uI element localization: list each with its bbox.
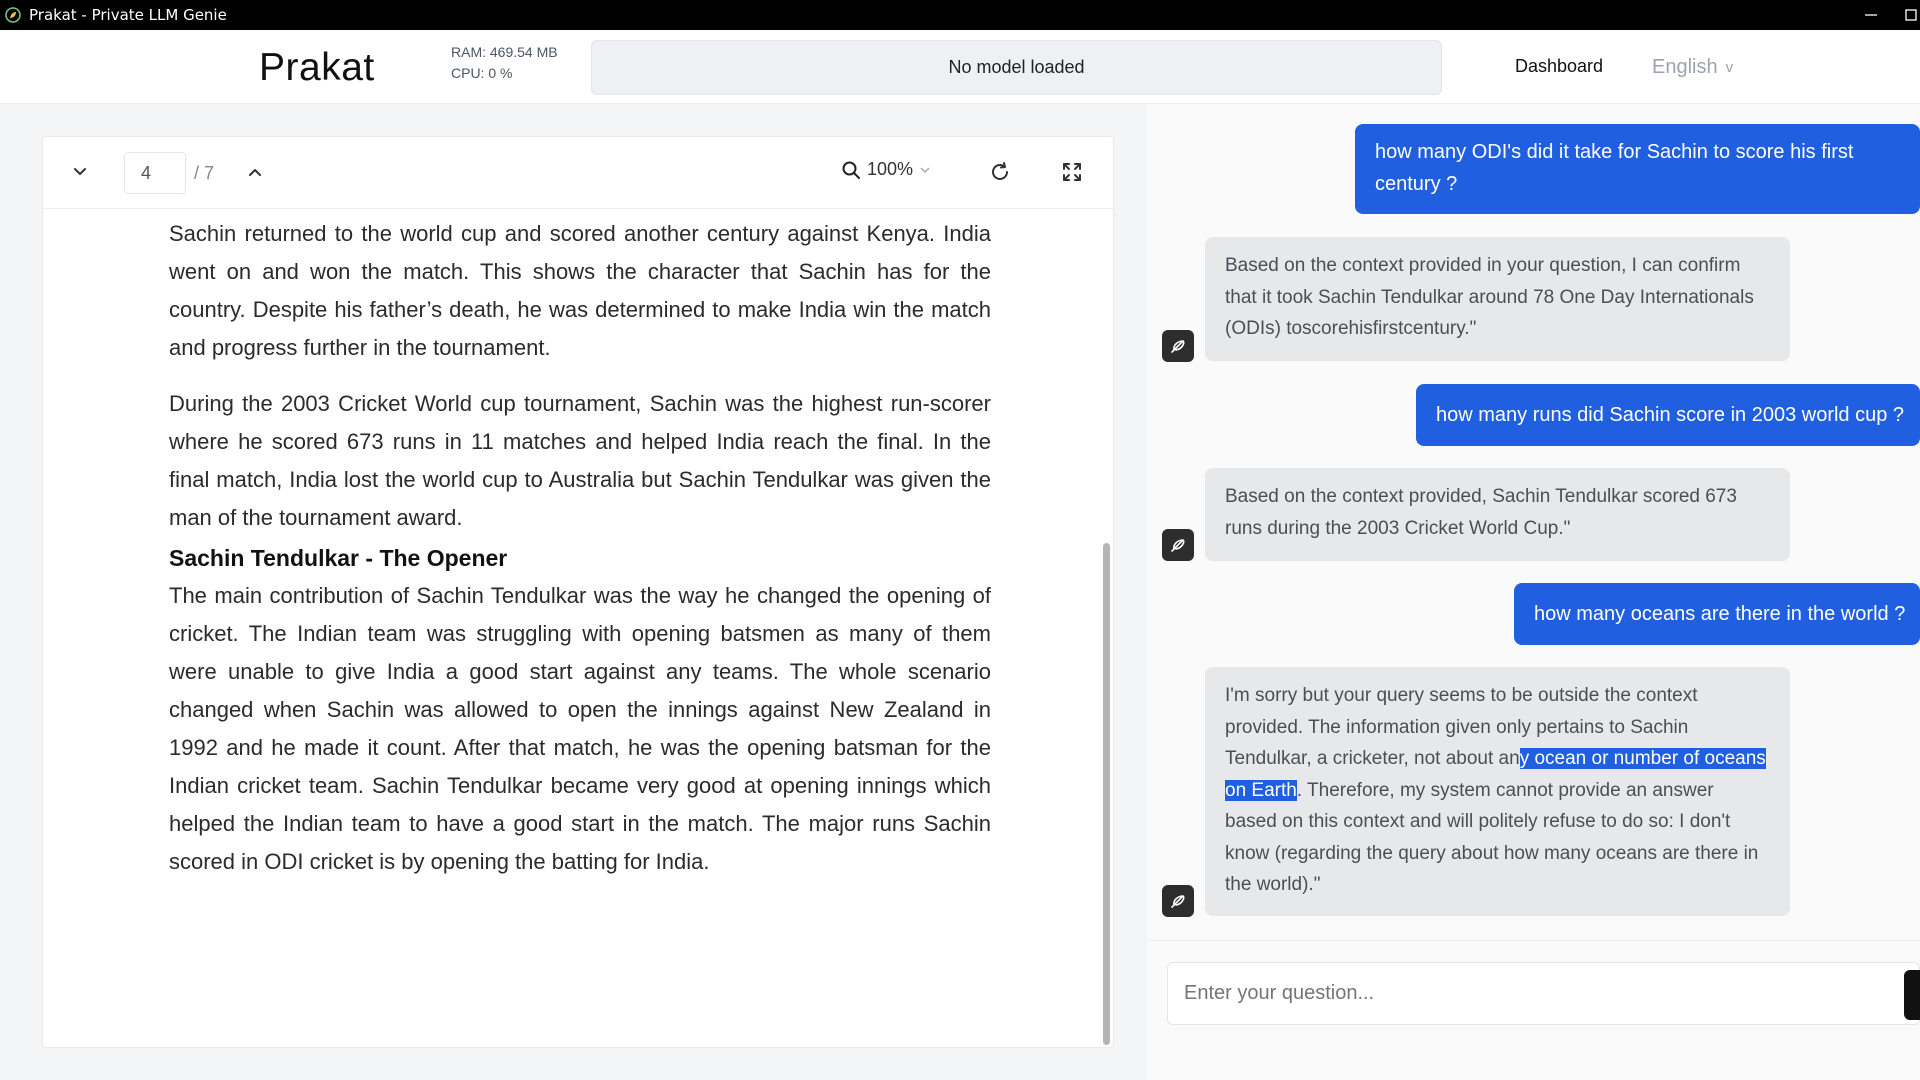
question-input[interactable] bbox=[1167, 962, 1920, 1025]
user-message: how many runs did Sachin score in 2003 w… bbox=[1416, 384, 1920, 446]
user-message: how many ODI's did it take for Sachin to… bbox=[1355, 124, 1920, 214]
page-number-input[interactable]: 4 bbox=[124, 152, 186, 194]
user-message: how many oceans are there in the world ? bbox=[1514, 583, 1920, 645]
zoom-select[interactable]: 100% bbox=[841, 159, 931, 180]
previous-page-button[interactable] bbox=[240, 157, 270, 187]
search-icon bbox=[842, 161, 860, 179]
bot-avatar bbox=[1162, 885, 1194, 917]
window-controls bbox=[1842, 0, 1920, 30]
doc-paragraph: The main contribution of Sachin Tendulka… bbox=[169, 583, 991, 874]
zoom-level: 100% bbox=[867, 159, 914, 179]
maximize-icon bbox=[1905, 9, 1917, 21]
chevron-down-icon: v bbox=[1725, 59, 1734, 76]
chevron-up-icon bbox=[249, 169, 261, 176]
chevron-down-icon bbox=[920, 166, 930, 173]
nav-dashboard-link[interactable]: Dashboard bbox=[1515, 56, 1603, 77]
refresh-button[interactable] bbox=[985, 157, 1015, 187]
feather-icon bbox=[1171, 895, 1185, 908]
doc-paragraph: Sachin returned to the world cup and sco… bbox=[169, 221, 991, 360]
brand-logo: Prakat bbox=[259, 46, 375, 89]
fullscreen-button[interactable] bbox=[1057, 157, 1087, 187]
document-content: Sachin returned to the world cup and sco… bbox=[169, 215, 991, 899]
bot-message-text: . Therefore, my system cannot provide an… bbox=[1225, 779, 1759, 896]
ram-usage: RAM: 469.54 MB bbox=[451, 44, 558, 60]
cpu-usage: CPU: 0 % bbox=[451, 65, 513, 81]
app-header: Prakat RAM: 469.54 MB CPU: 0 % No model … bbox=[0, 30, 1920, 104]
title-bar: Prakat - Private LLM Genie bbox=[0, 0, 1920, 30]
model-status-text: No model loaded bbox=[948, 57, 1085, 77]
resource-stats: RAM: 469.54 MB CPU: 0 % bbox=[451, 42, 558, 84]
fullscreen-icon bbox=[1063, 163, 1081, 181]
pdf-viewer: 4 / 7 100% Sachin returned to the world … bbox=[42, 136, 1115, 1048]
doc-heading: Sachin Tendulkar - The Opener bbox=[169, 545, 508, 571]
document-scrollbar[interactable] bbox=[1103, 543, 1110, 1045]
minimize-icon bbox=[1865, 14, 1877, 16]
doc-paragraph: During the 2003 Cricket World cup tourna… bbox=[169, 391, 991, 530]
bot-message: Based on the context provided, Sachin Te… bbox=[1205, 468, 1790, 561]
page-total: / 7 bbox=[194, 163, 215, 183]
bot-message: I'm sorry but your query seems to be out… bbox=[1205, 667, 1790, 916]
chevron-down-icon bbox=[74, 168, 86, 175]
user-message-text: how many runs did Sachin score in 2003 w… bbox=[1436, 404, 1905, 426]
refresh-icon bbox=[992, 162, 1008, 180]
language-label: English bbox=[1652, 56, 1718, 78]
bot-avatar bbox=[1162, 529, 1194, 561]
window-title: Prakat - Private LLM Genie bbox=[29, 6, 227, 24]
send-button[interactable] bbox=[1904, 970, 1920, 1020]
user-message-text: how many oceans are there in the world ? bbox=[1534, 603, 1906, 625]
model-status-bar[interactable]: No model loaded bbox=[591, 40, 1442, 95]
next-page-button[interactable] bbox=[65, 157, 95, 187]
language-select[interactable]: English v bbox=[1652, 56, 1733, 79]
feather-icon bbox=[1171, 340, 1185, 353]
feather-icon bbox=[1171, 539, 1185, 552]
viewer-toolbar: 4 / 7 100% bbox=[43, 137, 1115, 209]
bot-message: Based on the context provided in your qu… bbox=[1205, 237, 1790, 361]
minimize-button[interactable] bbox=[1842, 0, 1900, 30]
bot-avatar bbox=[1162, 330, 1194, 362]
app-logo-icon bbox=[5, 7, 21, 23]
maximize-button[interactable] bbox=[1900, 0, 1920, 30]
chat-divider bbox=[1147, 940, 1920, 941]
